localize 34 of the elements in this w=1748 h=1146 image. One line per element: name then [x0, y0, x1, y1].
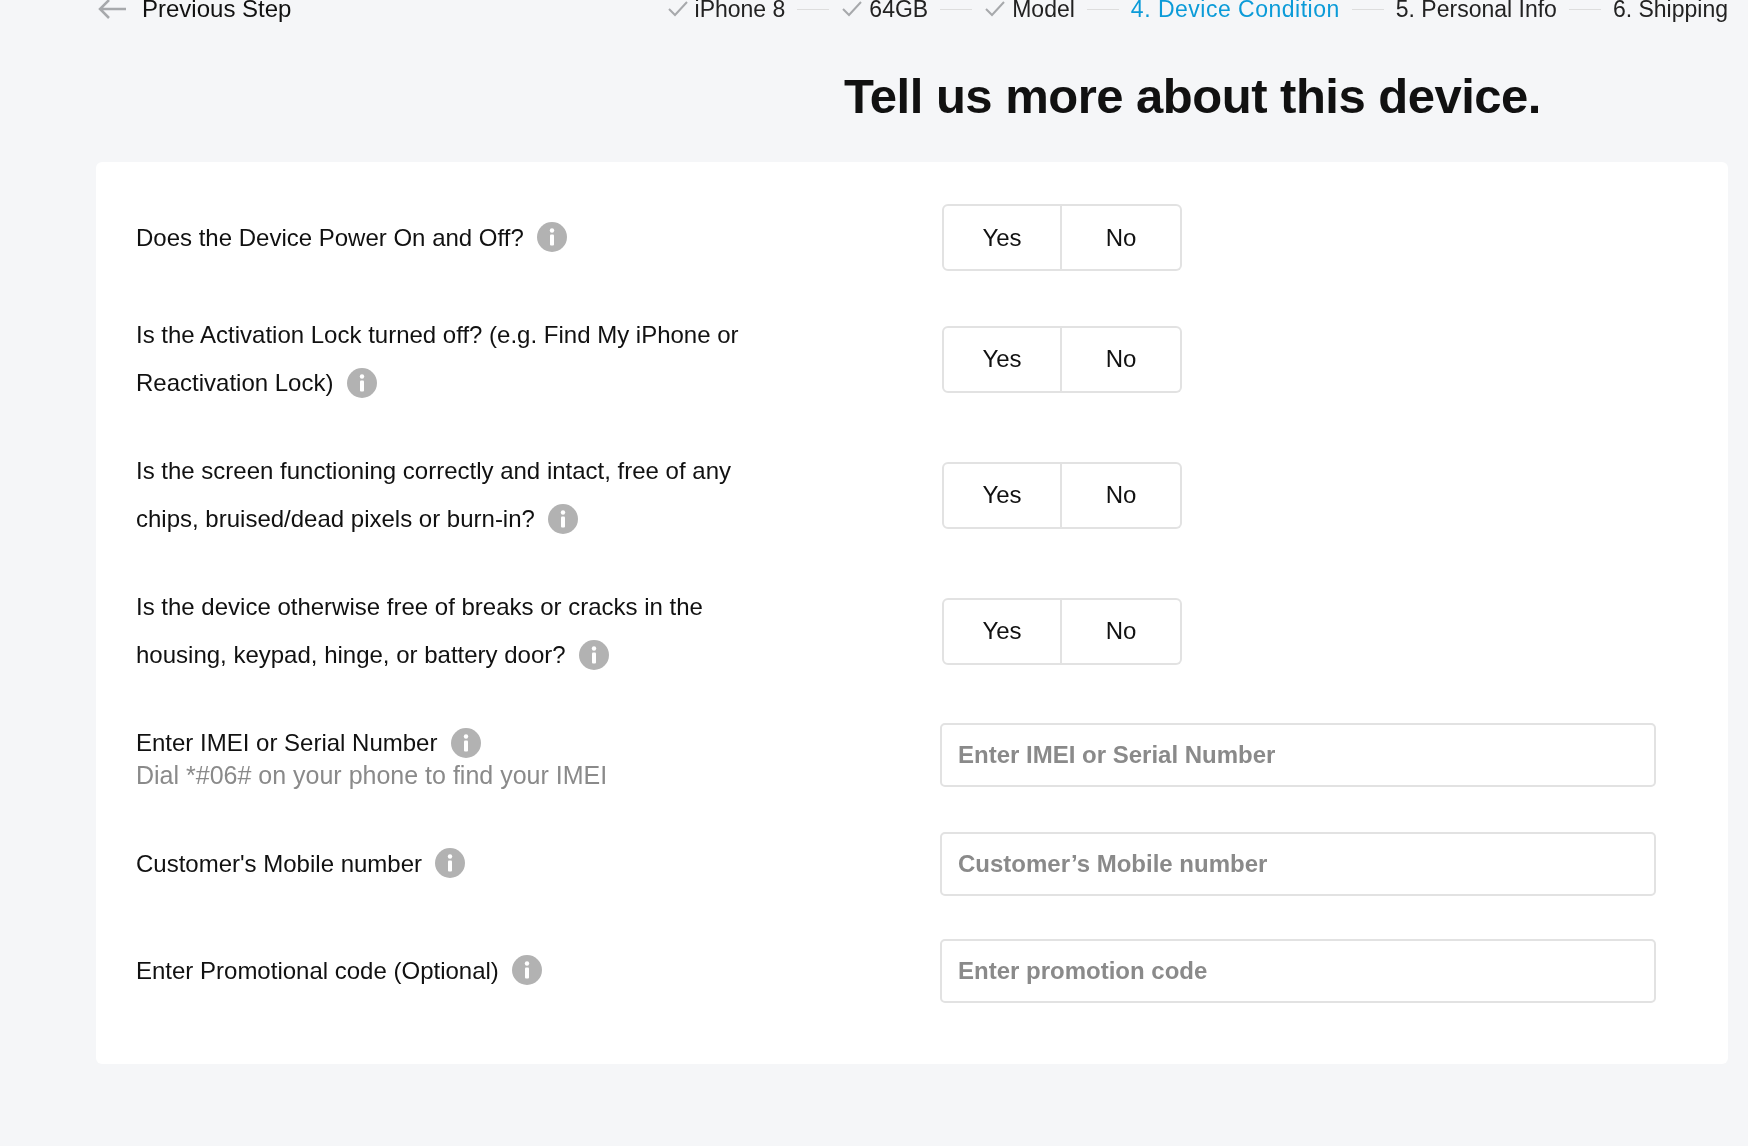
- step-label: 4. Device Condition: [1130, 0, 1340, 23]
- info-icon[interactable]: [537, 222, 568, 253]
- info-icon[interactable]: [346, 367, 377, 398]
- answer-option[interactable]: No: [1062, 461, 1182, 529]
- info-icon[interactable]: [578, 639, 609, 670]
- input-field[interactable]: Customer’s Mobile number: [940, 831, 1656, 896]
- answer-option[interactable]: No: [1062, 597, 1182, 665]
- input-field[interactable]: Enter promotion code: [940, 938, 1656, 1003]
- answer-option[interactable]: No: [1062, 204, 1182, 271]
- info-icon[interactable]: [548, 503, 579, 534]
- answer-option[interactable]: Yes: [942, 597, 1062, 665]
- answer-option[interactable]: Yes: [942, 204, 1062, 271]
- previous-step-link[interactable]: Previous Step: [96, 0, 292, 23]
- question-label: Is the screen functioning correctly and intact, free of any chips, bruised/dead pixels or burn-in?: [136, 456, 732, 536]
- answer-option[interactable]: Yes: [942, 461, 1062, 529]
- info-icon[interactable]: [450, 727, 481, 758]
- step-label: iPhone 8: [694, 0, 786, 23]
- step-label: 5. Personal Info: [1395, 0, 1557, 23]
- answer-option[interactable]: No: [1062, 325, 1182, 393]
- answer-option[interactable]: Yes: [942, 325, 1062, 393]
- question-label: Does the Device Power On and Off?: [136, 213, 756, 262]
- info-icon[interactable]: [512, 955, 543, 986]
- step-label: Model: [1012, 0, 1075, 23]
- question-label: Is the device otherwise free of breaks or cracks in the housing, keypad, hinge, or battery door?: [136, 592, 704, 672]
- page-heading: Tell us more about this device.: [843, 68, 1542, 124]
- question-label: Customer's Mobile number: [136, 839, 756, 888]
- question-label: Enter Promotional code (Optional): [136, 946, 756, 995]
- hint-text: Dial *#06# on your phone to find your IMEI: [136, 761, 609, 790]
- step-label: 64GB: [869, 0, 929, 23]
- step-label: 6. Shipping: [1612, 0, 1728, 23]
- input-field[interactable]: Enter IMEI or Serial Number: [940, 722, 1656, 787]
- info-icon[interactable]: [435, 848, 466, 879]
- question-label: Is the Activation Lock turned off? (e.g. Find My iPhone or Reactivation Lock): [136, 320, 740, 400]
- back-arrow-icon: [96, 0, 128, 21]
